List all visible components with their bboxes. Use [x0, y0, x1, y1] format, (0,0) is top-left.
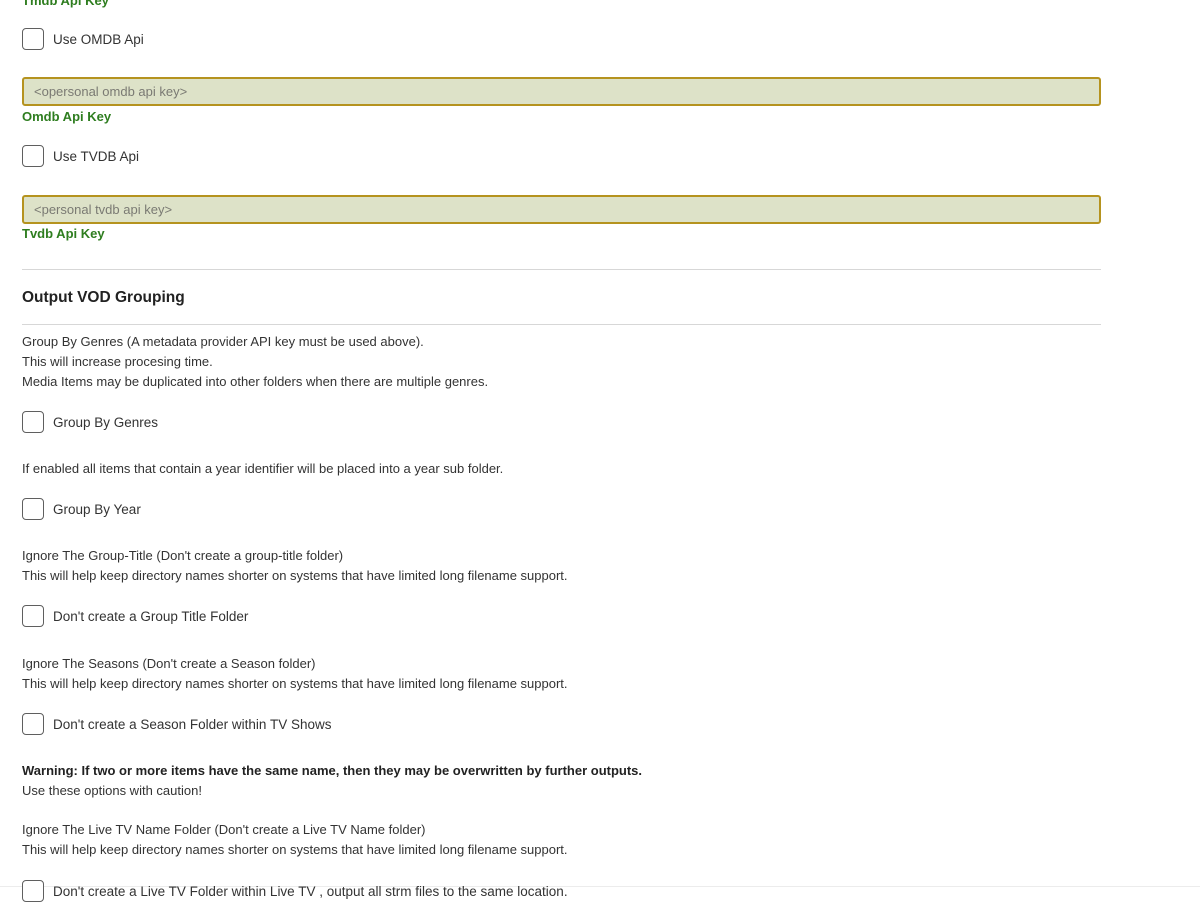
group-title-desc-line: This will help keep directory names shor…	[22, 568, 568, 583]
tmdb-api-key-label: Tmdb Api Key	[22, 0, 109, 8]
group-by-year-checkbox[interactable]	[22, 498, 44, 520]
season-folder-checkbox[interactable]	[22, 713, 44, 735]
section-divider-title	[22, 324, 1101, 325]
tvdb-api-key-label: Tvdb Api Key	[22, 226, 105, 241]
warning-text: Warning: If two or more items have the s…	[22, 763, 643, 778]
group-by-genres-checkbox[interactable]	[22, 411, 44, 433]
use-omdb-label: Use OMDB Api	[53, 31, 144, 47]
group-title-folder-row[interactable]: Don't create a Group Title Folder	[22, 604, 248, 628]
group-by-genres-label: Group By Genres	[53, 414, 159, 430]
group-title-description: Ignore The Group-Title (Don't create a g…	[22, 546, 568, 586]
use-tvdb-label: Use TVDB Api	[53, 148, 140, 164]
use-tvdb-checkbox-row[interactable]: Use TVDB Api	[22, 144, 139, 168]
group-title-folder-checkbox[interactable]	[22, 605, 44, 627]
livetv-folder-checkbox[interactable]	[22, 880, 44, 902]
group-by-year-label: Group By Year	[53, 501, 141, 517]
group-by-genres-row[interactable]: Group By Genres	[22, 410, 158, 434]
use-omdb-checkbox[interactable]	[22, 28, 44, 50]
livetv-desc-line: Ignore The Live TV Name Folder (Don't cr…	[22, 822, 426, 837]
livetv-description: Ignore The Live TV Name Folder (Don't cr…	[22, 820, 568, 860]
seasons-desc-line: This will help keep directory names shor…	[22, 676, 568, 691]
year-description: If enabled all items that contain a year…	[22, 461, 504, 476]
tvdb-api-key-input[interactable]	[22, 195, 1101, 224]
seasons-desc-line: Ignore The Seasons (Don't create a Seaso…	[22, 656, 316, 671]
genres-desc-line: Media Items may be duplicated into other…	[22, 374, 489, 389]
use-tvdb-checkbox[interactable]	[22, 145, 44, 167]
seasons-description: Ignore The Seasons (Don't create a Seaso…	[22, 654, 568, 694]
use-omdb-checkbox-row[interactable]: Use OMDB Api	[22, 27, 144, 51]
genres-desc-line: Group By Genres (A metadata provider API…	[22, 334, 424, 349]
genres-description: Group By Genres (A metadata provider API…	[22, 332, 488, 392]
group-by-year-row[interactable]: Group By Year	[22, 497, 141, 521]
omdb-api-key-label: Omdb Api Key	[22, 109, 112, 124]
season-folder-label: Don't create a Season Folder within TV S…	[53, 716, 332, 732]
output-vod-grouping-title: Output VOD Grouping	[22, 289, 185, 306]
livetv-desc-line: This will help keep directory names shor…	[22, 842, 568, 857]
genres-desc-line: This will increase procesing time.	[22, 354, 213, 369]
section-divider-top	[22, 269, 1101, 270]
caution-text: Use these options with caution!	[22, 783, 202, 798]
season-folder-row[interactable]: Don't create a Season Folder within TV S…	[22, 712, 331, 736]
livetv-folder-row[interactable]: Don't create a Live TV Folder within Liv…	[22, 879, 568, 903]
group-title-desc-line: Ignore The Group-Title (Don't create a g…	[22, 548, 344, 563]
group-title-folder-label: Don't create a Group Title Folder	[53, 608, 249, 624]
livetv-folder-label: Don't create a Live TV Folder within Liv…	[53, 883, 568, 899]
omdb-api-key-input[interactable]	[22, 77, 1101, 106]
